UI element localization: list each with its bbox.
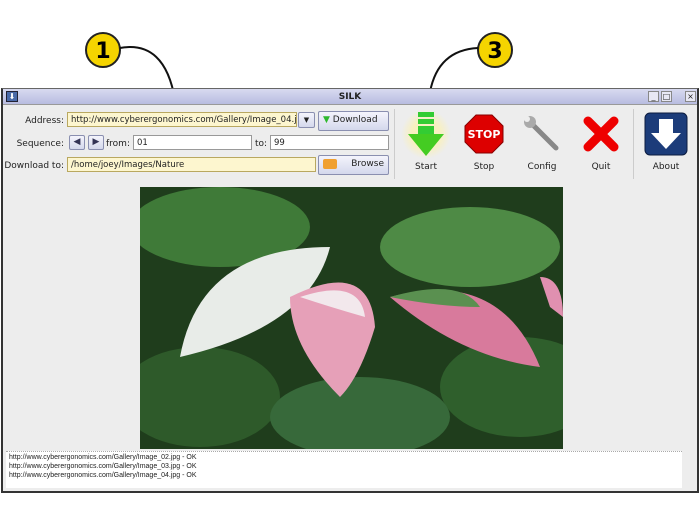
download-arrow-icon: ▼ [323, 115, 330, 125]
minimize-button[interactable]: _ [648, 91, 659, 102]
from-label: from: [106, 139, 130, 149]
address-history-dropdown[interactable]: ▼ [298, 112, 315, 128]
download-log[interactable]: http://www.cyberergonomics.com/Gallery/I… [6, 451, 682, 488]
quit-label: Quit [591, 162, 611, 172]
address-input[interactable]: http://www.cyberergonomics.com/Gallery/I… [67, 112, 297, 127]
download-to-input[interactable]: /home/joey/Images/Nature [67, 157, 316, 172]
close-button[interactable]: × [685, 91, 696, 102]
to-label: to: [255, 139, 268, 149]
log-entry: http://www.cyberergonomics.com/Gallery/I… [9, 472, 197, 479]
from-input[interactable]: 01 [133, 135, 252, 150]
stop-button[interactable]: STOP Stop [459, 109, 509, 172]
sequence-label: Sequence: [16, 139, 64, 149]
browse-button[interactable]: Browse [318, 155, 389, 175]
browse-button-label: Browse [351, 159, 384, 169]
stop-label: Stop [473, 162, 495, 172]
folder-icon [323, 159, 337, 169]
log-entry: http://www.cyberergonomics.com/Gallery/I… [9, 463, 197, 470]
about-button[interactable]: About [641, 109, 691, 172]
sequence-previous-button[interactable]: ◀ [69, 135, 85, 150]
stop-sign-icon: STOP [464, 114, 504, 154]
address-label: Address: [25, 116, 64, 126]
green-down-arrow-icon [408, 112, 444, 156]
start-button[interactable]: Start [401, 109, 451, 172]
title-bar: ⬇ SILK _ □ × [3, 89, 697, 105]
log-entry: http://www.cyberergonomics.com/Gallery/I… [9, 454, 197, 461]
download-to-label: Download to: [4, 161, 64, 171]
maximize-button[interactable]: □ [661, 91, 672, 102]
quit-button[interactable]: Quit [576, 109, 626, 172]
sequence-next-button[interactable]: ▶ [88, 135, 104, 150]
red-x-icon [583, 116, 619, 152]
downloaded-image-preview [140, 187, 563, 449]
window-title: SILK [338, 92, 362, 102]
config-button[interactable]: Config [517, 109, 567, 172]
svg-text:1: 1 [95, 39, 110, 64]
download-button-label: Download [332, 115, 378, 125]
svg-text:STOP: STOP [468, 128, 501, 141]
download-button[interactable]: ▼ Download [318, 111, 389, 131]
start-label: Start [415, 162, 437, 172]
config-label: Config [527, 162, 557, 172]
about-label: About [652, 162, 680, 172]
wrench-icon [524, 116, 559, 151]
plant-photo [140, 187, 563, 449]
about-download-icon [644, 112, 688, 156]
to-input[interactable]: 99 [270, 135, 389, 150]
silk-window: ⬇ SILK _ □ × Address: http://www.cyberer… [1, 88, 699, 493]
svg-text:3: 3 [487, 39, 502, 64]
